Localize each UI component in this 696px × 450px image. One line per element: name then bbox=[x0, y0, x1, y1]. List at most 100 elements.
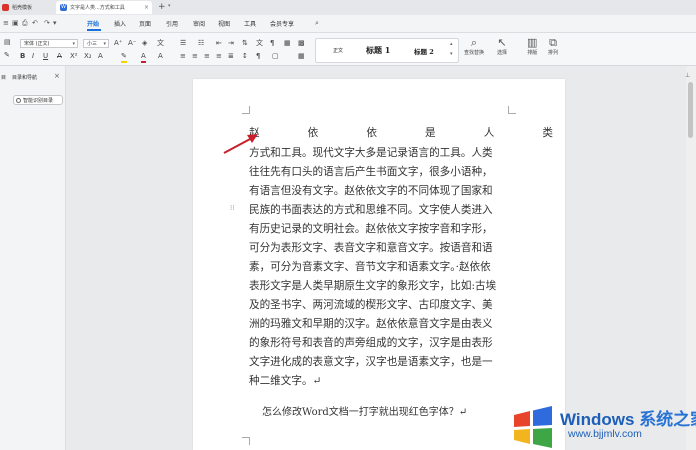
smart-toc-button[interactable]: 智能识别目录 bbox=[13, 95, 63, 105]
style-heading-1[interactable]: 标题 1 bbox=[366, 45, 390, 56]
arrange-icon: ⧉ bbox=[549, 36, 557, 49]
subscript-icon[interactable]: X₂ bbox=[84, 52, 92, 61]
menu-insert[interactable]: 插入 bbox=[114, 19, 126, 28]
scrollbar-thumb[interactable] bbox=[688, 82, 693, 138]
drag-handle-icon[interactable]: ⁞⁞ bbox=[230, 204, 234, 212]
docer-logo-icon bbox=[2, 4, 9, 11]
style-normal[interactable]: 正文 bbox=[333, 47, 343, 54]
align-left-icon[interactable]: ≡ bbox=[180, 52, 186, 61]
save-icon[interactable]: ▣ bbox=[12, 19, 19, 27]
highlight-icon[interactable]: ✎ bbox=[121, 52, 127, 63]
watermark-url: www.bjjmlv.com bbox=[568, 428, 642, 440]
panel-title: 目录和导航 bbox=[12, 75, 38, 81]
char-shading-icon[interactable]: A bbox=[158, 52, 163, 61]
select-button[interactable]: ↖ 选择 bbox=[497, 37, 507, 57]
vertical-scrollbar[interactable] bbox=[686, 66, 696, 450]
paste-icon[interactable]: ▤ bbox=[4, 38, 11, 47]
menu-reference[interactable]: 引用 bbox=[166, 19, 178, 28]
menu-icon[interactable]: ≡ bbox=[3, 19, 9, 27]
panel-tab[interactable]: 目 bbox=[1, 74, 6, 81]
chevron-down-icon[interactable]: ▾ bbox=[450, 51, 453, 57]
document-line: 文字进化成的表意文字，汉字也是语素文字，也是一 bbox=[249, 356, 493, 368]
bold-button[interactable]: B bbox=[20, 52, 25, 61]
align-center-icon[interactable]: ≡ bbox=[192, 52, 198, 61]
style-heading-2[interactable]: 标题 2 bbox=[414, 46, 434, 56]
navigation-panel: 目 目录和导航 × 智能识别目录 bbox=[0, 66, 66, 450]
more-icon[interactable]: ▾ bbox=[53, 19, 57, 27]
document-line: 可分为表形文字、表音文字和意音文字。按语音和语 bbox=[249, 242, 493, 254]
find-replace-button[interactable]: ⌕ 查找替换 bbox=[464, 36, 484, 57]
justify-icon[interactable]: ≡ bbox=[216, 52, 222, 61]
font-name-select[interactable]: 宋体 (正文) ▾ bbox=[20, 39, 78, 48]
shrink-font-icon[interactable]: A⁻ bbox=[128, 39, 136, 48]
superscript-icon[interactable]: X² bbox=[70, 52, 78, 61]
decrease-indent-icon[interactable]: ⇤ bbox=[216, 39, 222, 48]
menu-review[interactable]: 审阅 bbox=[193, 19, 205, 28]
close-tab-icon[interactable]: × bbox=[144, 4, 149, 11]
format-painter-icon[interactable]: ✎ bbox=[4, 51, 10, 60]
arrange-button[interactable]: ⧉ 排列 bbox=[548, 36, 558, 57]
crop-mark bbox=[242, 106, 250, 114]
menu-home[interactable]: 开始 bbox=[87, 19, 99, 28]
red-arrow-annotation bbox=[223, 134, 258, 154]
numbered-list-icon[interactable]: ☷ bbox=[198, 39, 204, 48]
grow-font-icon[interactable]: A⁺ bbox=[114, 39, 122, 48]
clear-format-icon[interactable]: ◈ bbox=[142, 39, 147, 48]
phonetic-icon[interactable]: 文 bbox=[157, 39, 164, 48]
title-bar: 稻壳模板 W 文字是人类...方式和工具 × + ▾ bbox=[0, 0, 696, 16]
menu-member[interactable]: 会员专享 bbox=[270, 19, 294, 28]
font-color-icon[interactable]: A bbox=[141, 52, 146, 63]
chevron-down-icon: ▾ bbox=[103, 41, 106, 47]
menu-page[interactable]: 页面 bbox=[139, 19, 151, 28]
chevron-down-icon[interactable]: ▾ bbox=[168, 3, 171, 9]
document-line: 有语言但没有文字。赵依依文字的不同体现了国家和 bbox=[249, 185, 493, 197]
active-tab-indicator bbox=[87, 29, 101, 31]
chinese-layout-icon[interactable]: 文 bbox=[256, 39, 263, 48]
writer-logo-icon: W bbox=[60, 4, 67, 11]
chevron-up-icon[interactable]: ▴ bbox=[450, 41, 453, 47]
strikethrough-button[interactable]: A bbox=[57, 52, 62, 61]
line-spacing-icon[interactable]: ↕ bbox=[242, 52, 248, 61]
tab-current-document[interactable]: W 文字是人类...方式和工具 × bbox=[56, 1, 152, 14]
toc-icon bbox=[16, 98, 21, 103]
italic-button[interactable]: I bbox=[32, 52, 34, 61]
crop-mark bbox=[242, 437, 250, 445]
document-line: 洲的玛雅文和早期的汉字。赵依依意音文字是由表义 bbox=[249, 318, 493, 330]
document-line: 方式和工具。现代文字大多是记录语言的工具。人类 bbox=[249, 147, 493, 159]
ruler-icon[interactable]: ⊥ bbox=[685, 72, 690, 79]
style-gallery: 正文 标题 1 标题 2 ▴ ▾ bbox=[315, 38, 459, 63]
redo-icon[interactable]: ↷ bbox=[44, 19, 50, 27]
document-line-1: 赵 依 依 是 人 类 bbox=[249, 127, 553, 139]
menu-bar: ≡ ▣ ⎙ ↶ ↷ ▾ 开始 插入 页面 引用 审阅 视图 工具 会员专享 ⌕ bbox=[0, 15, 696, 33]
align-right-icon[interactable]: ≡ bbox=[204, 52, 210, 61]
menu-tools[interactable]: 工具 bbox=[244, 19, 256, 28]
windows-logo-icon bbox=[514, 406, 552, 448]
border-icon[interactable]: ▢ bbox=[272, 52, 279, 61]
tab-docer-templates[interactable]: 稻壳模板 bbox=[0, 1, 56, 14]
table-border-icon[interactable]: ▦ bbox=[284, 39, 291, 48]
new-tab-icon[interactable]: + bbox=[158, 2, 166, 12]
paragraph-icon[interactable]: ¶ bbox=[256, 52, 260, 61]
document-line: 及的圣书字、两河流域的楔形文字、古印度文字、美 bbox=[249, 299, 493, 311]
tab-label: 文字是人类...方式和工具 bbox=[70, 5, 125, 11]
underline-button[interactable]: U bbox=[43, 52, 48, 61]
layout-button[interactable]: ▥ 排版 bbox=[527, 37, 537, 57]
undo-icon[interactable]: ↶ bbox=[32, 19, 38, 27]
search-icon[interactable]: ⌕ bbox=[315, 19, 319, 28]
site-watermark: Windows 系统之家 www.bjjmlv.com bbox=[506, 404, 696, 450]
increase-indent-icon[interactable]: ⇥ bbox=[228, 39, 234, 48]
sort-icon[interactable]: ⇅ bbox=[242, 39, 248, 48]
menu-view[interactable]: 视图 bbox=[218, 19, 230, 28]
shading-icon[interactable]: ▩ bbox=[298, 39, 305, 48]
font-size-select[interactable]: 小三 ▾ bbox=[83, 39, 109, 48]
bullet-list-icon[interactable]: ☰ bbox=[180, 39, 186, 48]
document-question-line: 怎么修改Word文档一打字就出现红色字体？↵ bbox=[262, 407, 468, 418]
table-icon[interactable]: ▦ bbox=[298, 52, 305, 61]
close-panel-icon[interactable]: × bbox=[54, 72, 60, 80]
show-marks-icon[interactable]: ¶ bbox=[270, 39, 274, 48]
magnifier-icon: ⌕ bbox=[470, 36, 478, 49]
print-icon[interactable]: ⎙ bbox=[22, 19, 28, 28]
distribute-icon[interactable]: ≣ bbox=[228, 52, 234, 61]
text-effect-icon[interactable]: A bbox=[98, 52, 103, 61]
chevron-down-icon: ▾ bbox=[72, 41, 75, 47]
